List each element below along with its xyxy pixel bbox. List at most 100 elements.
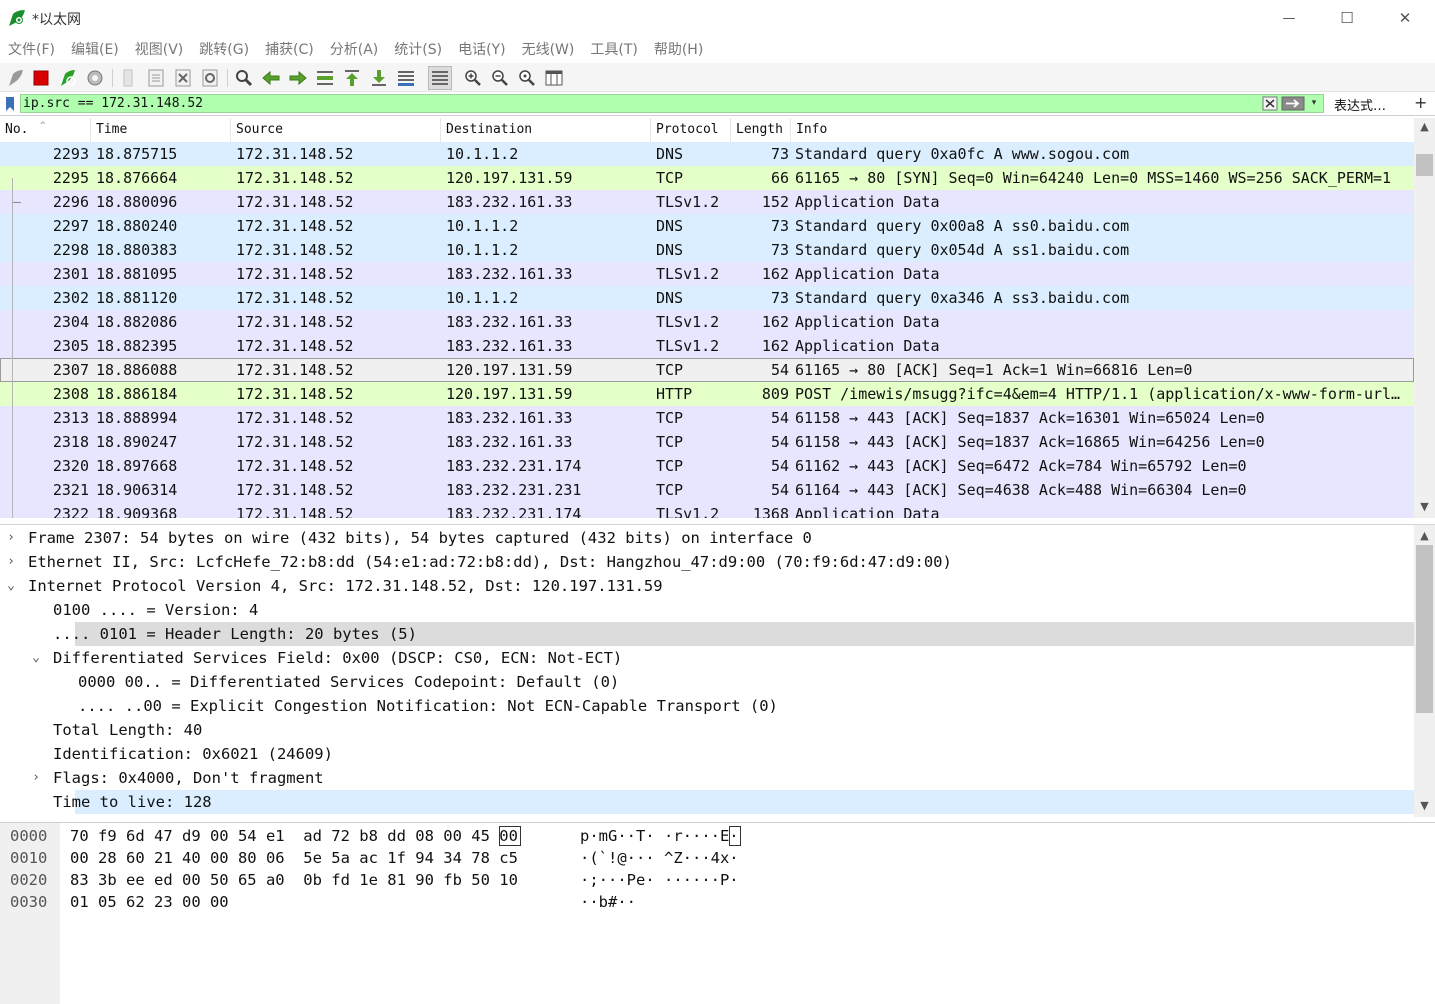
maximize-button[interactable]: ☐	[1318, 0, 1376, 36]
packet-row[interactable]: 2302 18.881120 172.31.148.52 10.1.1.2 DNS 73 S…	[0, 286, 1414, 310]
detail-row[interactable]: ⌄ Differentiated Services Field: 0x00 (DS…	[0, 646, 1414, 670]
go-back-icon[interactable]	[260, 67, 282, 89]
packet-row[interactable]: 2320 18.897668 172.31.148.52 183.232.231.17…	[0, 454, 1414, 478]
packet-row[interactable]: 2321 18.906314 172.31.148.52 183.232.231.23…	[0, 478, 1414, 502]
close-button[interactable]: ✕	[1376, 0, 1434, 36]
scroll-up-icon[interactable]: ▲	[1414, 527, 1435, 544]
close-file-icon[interactable]	[172, 67, 194, 89]
restart-capture-icon[interactable]	[57, 67, 79, 89]
stop-capture-icon[interactable]	[30, 67, 52, 89]
packet-row[interactable]: 2295 18.876664 172.31.148.52 120.197.131.59…	[0, 166, 1414, 190]
packet-proto-cell: TLSv1.2	[656, 193, 720, 211]
collapse-arrow-icon[interactable]: ⌄	[5, 574, 17, 598]
packet-len-cell: 54	[770, 361, 789, 379]
display-filter-input[interactable]: ip.src == 172.31.148.52	[20, 94, 1324, 113]
detail-row[interactable]: Time to live: 128	[53, 790, 1414, 814]
packet-row[interactable]: 2296 18.880096 172.31.148.52 183.232.161.33…	[0, 190, 1414, 214]
menu-file[interactable]: 文件(F)	[0, 38, 63, 62]
column-header-protocol[interactable]: Protocol	[651, 118, 731, 142]
scroll-down-icon[interactable]: ▼	[1414, 498, 1435, 515]
zoom-out-icon[interactable]	[489, 67, 511, 89]
packet-len-cell: 809	[761, 385, 789, 403]
menu-capture[interactable]: 捕获(C)	[257, 38, 322, 62]
expand-arrow-icon[interactable]: ›	[5, 550, 17, 574]
find-packet-icon[interactable]	[233, 67, 255, 89]
column-header-info[interactable]: Info	[791, 118, 1414, 142]
go-first-icon[interactable]	[341, 67, 363, 89]
packet-dst-cell: 183.232.161.33	[446, 265, 573, 283]
expand-arrow-icon[interactable]: ›	[30, 766, 42, 790]
detail-row[interactable]: Total Length: 40	[0, 718, 1414, 742]
detail-row[interactable]: 0000 00.. = Differentiated Services Code…	[0, 670, 1414, 694]
packet-row[interactable]: 2313 18.888994 172.31.148.52 183.232.161.33…	[0, 406, 1414, 430]
autoscroll-icon[interactable]	[395, 67, 417, 89]
go-to-packet-icon[interactable]	[314, 67, 336, 89]
packet-row[interactable]: 2322 18.909368 172.31.148.52 183.232.231.17…	[0, 502, 1414, 518]
save-file-icon[interactable]	[145, 67, 167, 89]
expression-button[interactable]: 表达式…	[1334, 95, 1386, 114]
colorize-icon[interactable]	[428, 66, 452, 90]
menu-go[interactable]: 跳转(G)	[191, 38, 257, 62]
clear-filter-icon[interactable]	[1262, 96, 1278, 111]
packet-row[interactable]: 2304 18.882086 172.31.148.52 183.232.161.33…	[0, 310, 1414, 334]
packet-row[interactable]: 2298 18.880383 172.31.148.52 10.1.1.2 DNS 73 S…	[0, 238, 1414, 262]
add-filter-button[interactable]: +	[1414, 93, 1427, 112]
bookmark-icon[interactable]	[2, 95, 18, 113]
bytes-hex: 00 28 60 21 40 00 80 06 5e 5a ac 1f 94 3…	[70, 849, 518, 867]
menu-analyze[interactable]: 分析(A)	[322, 38, 387, 62]
packet-row-selected[interactable]: 2307 18.886088 172.31.148.52 120.197.131.59…	[0, 358, 1414, 382]
column-header-no[interactable]: No. ^	[0, 118, 91, 142]
go-last-icon[interactable]	[368, 67, 390, 89]
expand-arrow-icon[interactable]: ›	[5, 526, 17, 550]
zoom-normal-icon[interactable]	[516, 67, 538, 89]
detail-row[interactable]: .... ..00 = Explicit Congestion Notifica…	[0, 694, 1414, 718]
detail-row[interactable]: › Frame 2307: 54 bytes on wire (432 bits)…	[0, 526, 1414, 550]
reload-file-icon[interactable]	[199, 67, 221, 89]
detail-row[interactable]: › Ethernet II, Src: LcfcHefe_72:b8:dd (54…	[0, 550, 1414, 574]
menu-edit[interactable]: 编辑(E)	[63, 38, 127, 62]
scroll-thumb[interactable]	[1416, 154, 1433, 176]
packet-len-cell: 54	[770, 481, 789, 499]
filter-history-dropdown[interactable]: ▾	[1307, 96, 1321, 111]
packet-proto-cell: TCP	[656, 169, 684, 187]
minimize-button[interactable]: —	[1260, 0, 1318, 36]
detail-row[interactable]: › Flags: 0x4000, Don't fragment	[0, 766, 1414, 790]
packet-src-cell: 172.31.148.52	[236, 457, 354, 475]
packet-row[interactable]: 2293 18.875715 172.31.148.52 10.1.1.2 DNS 73 S…	[0, 142, 1414, 166]
menu-tools[interactable]: 工具(T)	[582, 38, 645, 62]
detail-row[interactable]: 0100 .... = Version: 4	[0, 598, 1414, 622]
column-header-source[interactable]: Source	[231, 118, 441, 142]
packet-row[interactable]: 2318 18.890247 172.31.148.52 183.232.161.33…	[0, 430, 1414, 454]
menu-statistics[interactable]: 统计(S)	[386, 38, 450, 62]
scroll-up-icon[interactable]: ▲	[1414, 118, 1435, 135]
packet-list-scrollbar[interactable]: ▲ ▼	[1414, 118, 1435, 518]
column-header-time[interactable]: Time	[91, 118, 231, 142]
packet-row[interactable]: 2297 18.880240 172.31.148.52 10.1.1.2 DNS 73 S…	[0, 214, 1414, 238]
capture-options-icon[interactable]	[84, 67, 106, 89]
column-header-length[interactable]: Length	[731, 118, 791, 142]
details-scrollbar[interactable]: ▲ ▼	[1414, 525, 1435, 817]
scroll-down-icon[interactable]: ▼	[1414, 797, 1435, 814]
packet-row[interactable]: 2305 18.882395 172.31.148.52 183.232.161.33…	[0, 334, 1414, 358]
open-file-icon[interactable]	[118, 67, 140, 89]
menu-view[interactable]: 视图(V)	[127, 38, 192, 62]
scroll-thumb[interactable]	[1416, 545, 1433, 713]
column-header-destination[interactable]: Destination	[441, 118, 651, 142]
close-icon: ✕	[1398, 9, 1412, 27]
detail-row-selected[interactable]: .... 0101 = Header Length: 20 bytes (5)	[53, 622, 1414, 646]
detail-text: Time to live: 128	[53, 793, 212, 811]
resize-columns-icon[interactable]	[543, 67, 565, 89]
zoom-in-icon[interactable]	[462, 67, 484, 89]
menu-telephony[interactable]: 电话(Y)	[450, 38, 513, 62]
detail-row[interactable]: ⌄ Internet Protocol Version 4, Src: 172.3…	[0, 574, 1414, 598]
detail-row[interactable]: Identification: 0x6021 (24609)	[0, 742, 1414, 766]
menu-wireless[interactable]: 无线(W)	[514, 38, 583, 62]
collapse-arrow-icon[interactable]: ⌄	[30, 646, 42, 670]
packet-row[interactable]: 2308 18.886184 172.31.148.52 120.197.131.59…	[0, 382, 1414, 406]
packet-no-cell: 2322	[52, 505, 89, 518]
menu-help[interactable]: 帮助(H)	[646, 38, 711, 62]
packet-row[interactable]: 2301 18.881095 172.31.148.52 183.232.161.33…	[0, 262, 1414, 286]
start-capture-icon[interactable]	[5, 67, 27, 89]
go-forward-icon[interactable]	[287, 67, 309, 89]
apply-filter-icon[interactable]	[1281, 96, 1305, 111]
